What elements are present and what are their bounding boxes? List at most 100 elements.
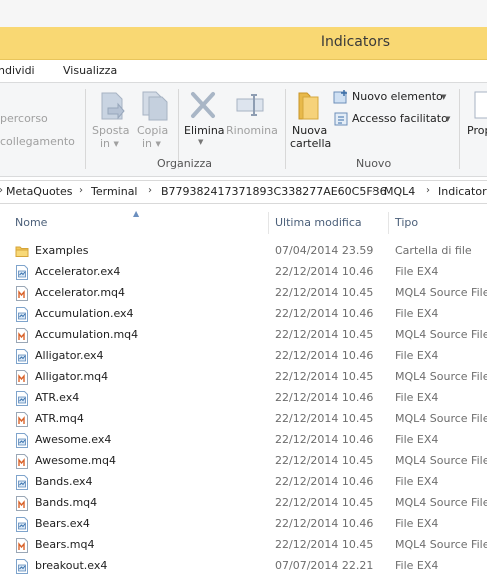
copy-to-label-line1: Copia — [137, 124, 169, 137]
file-type: File EX4 — [395, 265, 439, 278]
file-type: File EX4 — [395, 391, 439, 404]
easy-access-icon — [334, 112, 348, 126]
ribbon-tabs: ndividi Visualizza — [0, 60, 487, 82]
file-row[interactable]: ATR.ex4 22/12/2014 10.46 File EX4 — [0, 388, 487, 409]
breadcrumb-item[interactable]: B779382417371893C338277AE60C5F36 — [161, 185, 387, 198]
column-header-modified[interactable]: Ultima modifica — [275, 216, 362, 229]
file-modified: 22/12/2014 10.46 — [275, 307, 374, 320]
column-header-row: ▲ Nome Ultima modifica Tipo — [0, 209, 487, 234]
mq4-file-icon — [15, 328, 29, 343]
breadcrumb-item[interactable]: MQL4 — [384, 185, 415, 198]
breadcrumb-chevron-icon: › — [372, 185, 376, 196]
file-modified: 22/12/2014 10.46 — [275, 265, 374, 278]
file-modified: 22/12/2014 10.45 — [275, 370, 374, 383]
tab-condividi[interactable]: ndividi — [0, 64, 35, 77]
file-modified: 22/12/2014 10.46 — [275, 391, 374, 404]
file-row[interactable]: Bands.mq4 22/12/2014 10.45 MQL4 Source Fil… — [0, 493, 487, 514]
address-bar[interactable]: › MetaQuotes › Terminal › B7793824173718… — [0, 180, 487, 204]
file-type: File EX4 — [395, 433, 439, 446]
file-row[interactable]: Accelerator.ex4 22/12/2014 10.46 File EX4 — [0, 262, 487, 283]
new-item-caret: ▼ — [441, 93, 447, 101]
breadcrumb-item[interactable]: Indicator — [438, 185, 487, 198]
file-modified: 22/12/2014 10.45 — [275, 412, 374, 425]
file-modified: 22/12/2014 10.46 — [275, 475, 374, 488]
properties-button[interactable]: Prop — [464, 88, 487, 154]
file-name: ATR.mq4 — [35, 412, 84, 425]
column-header-name[interactable]: Nome — [15, 216, 47, 229]
file-type: MQL4 Source File — [395, 454, 487, 467]
file-row[interactable]: Accelerator.mq4 22/12/2014 10.45 MQL4 Sour… — [0, 283, 487, 304]
file-type: MQL4 Source File — [395, 328, 487, 341]
breadcrumb-item[interactable]: MetaQuotes — [6, 185, 72, 198]
column-divider[interactable] — [268, 212, 269, 234]
file-row[interactable]: Awesome.ex4 22/12/2014 10.46 File EX4 — [0, 430, 487, 451]
move-to-button[interactable]: Sposta in ▼ — [92, 88, 132, 154]
easy-access-caret: ▼ — [445, 115, 451, 123]
file-name: Accelerator.mq4 — [35, 286, 126, 299]
breadcrumb-chevron-icon: › — [0, 185, 3, 196]
group-label-organizza: Organizza — [157, 157, 213, 170]
file-row[interactable]: Bands.ex4 22/12/2014 10.46 File EX4 — [0, 472, 487, 493]
file-row[interactable]: Accumulation.mq4 22/12/2014 10.45 MQL4 Sou… — [0, 325, 487, 346]
new-folder-button[interactable]: Nuova cartella — [290, 88, 332, 154]
file-type: File EX4 — [395, 349, 439, 362]
file-name: Bears.mq4 — [35, 538, 95, 551]
mq4-file-icon — [15, 370, 29, 385]
file-row[interactable]: Alligator.ex4 22/12/2014 10.46 File EX4 — [0, 346, 487, 367]
new-folder-icon — [298, 92, 319, 120]
ex4-file-icon — [15, 475, 29, 490]
new-folder-label-line1: Nuova — [292, 124, 328, 137]
delete-button[interactable]: Elimina ▼ — [183, 88, 225, 154]
file-type: File EX4 — [395, 475, 439, 488]
breadcrumb-item[interactable]: Terminal — [91, 185, 138, 198]
folder-icon — [15, 244, 29, 259]
file-row[interactable]: Alligator.mq4 22/12/2014 10.45 MQL4 Source… — [0, 367, 487, 388]
file-type: File EX4 — [395, 307, 439, 320]
group-separator — [285, 89, 286, 169]
file-modified: 22/12/2014 10.45 — [275, 496, 374, 509]
file-type: MQL4 Source File — [395, 370, 487, 383]
file-row[interactable]: Examples 07/04/2014 23.59 Cartella di file — [0, 241, 487, 262]
file-name: Accumulation.ex4 — [35, 307, 134, 320]
properties-icon — [474, 91, 487, 119]
breadcrumb-chevron-icon: › — [426, 185, 430, 196]
sort-ascending-icon: ▲ — [133, 209, 140, 218]
ex4-file-icon — [15, 349, 29, 364]
file-type: Cartella di file — [395, 244, 472, 257]
paste-shortcut-button[interactable]: collegamento — [0, 135, 75, 148]
rename-button[interactable]: Rinomina — [226, 88, 278, 154]
delete-caret: ▼ — [198, 138, 204, 146]
file-type: File EX4 — [395, 559, 439, 572]
copy-path-button[interactable]: percorso — [0, 112, 48, 125]
file-modified: 22/12/2014 10.45 — [275, 538, 374, 551]
file-name: Bears.ex4 — [35, 517, 90, 530]
file-modified: 22/12/2014 10.46 — [275, 517, 374, 530]
copy-to-button[interactable]: Copia in ▼ — [136, 88, 176, 154]
file-row[interactable]: Awesome.mq4 22/12/2014 10.45 MQL4 Source F… — [0, 451, 487, 472]
file-row[interactable]: Bears.ex4 22/12/2014 10.46 File EX4 — [0, 514, 487, 535]
rename-label: Rinomina — [226, 124, 278, 137]
easy-access-button[interactable]: Accesso facilitato ▼ — [333, 111, 453, 128]
file-modified: 22/12/2014 10.46 — [275, 433, 374, 446]
breadcrumb-chevron-icon: › — [148, 185, 152, 196]
file-row[interactable]: Bears.mq4 22/12/2014 10.45 MQL4 Source Fil… — [0, 535, 487, 556]
column-header-type[interactable]: Tipo — [395, 216, 418, 229]
mq4-file-icon — [15, 454, 29, 469]
file-modified: 22/12/2014 10.46 — [275, 349, 374, 362]
new-item-label: Nuovo elemento — [352, 90, 443, 103]
file-row[interactable]: ATR.mq4 22/12/2014 10.45 MQL4 Source File — [0, 409, 487, 430]
file-name: Accumulation.mq4 — [35, 328, 139, 341]
file-row[interactable]: Accumulation.ex4 22/12/2014 10.46 File EX4 — [0, 304, 487, 325]
move-to-icon — [101, 92, 125, 120]
copy-to-icon — [142, 91, 168, 121]
ribbon: percorso collegamento Sposta in ▼ Copia … — [0, 82, 487, 177]
mq4-file-icon — [15, 412, 29, 427]
column-divider[interactable] — [388, 212, 389, 234]
new-folder-label-line2: cartella — [290, 137, 332, 150]
move-to-label-line1: Sposta — [92, 124, 130, 137]
tab-visualizza[interactable]: Visualizza — [63, 64, 117, 77]
file-row[interactable]: breakout.ex4 07/07/2014 22.21 File EX4 — [0, 556, 487, 577]
new-item-button[interactable]: Nuovo elemento ▼ — [333, 89, 453, 106]
file-type: MQL4 Source File — [395, 538, 487, 551]
file-modified: 07/04/2014 23.59 — [275, 244, 374, 257]
